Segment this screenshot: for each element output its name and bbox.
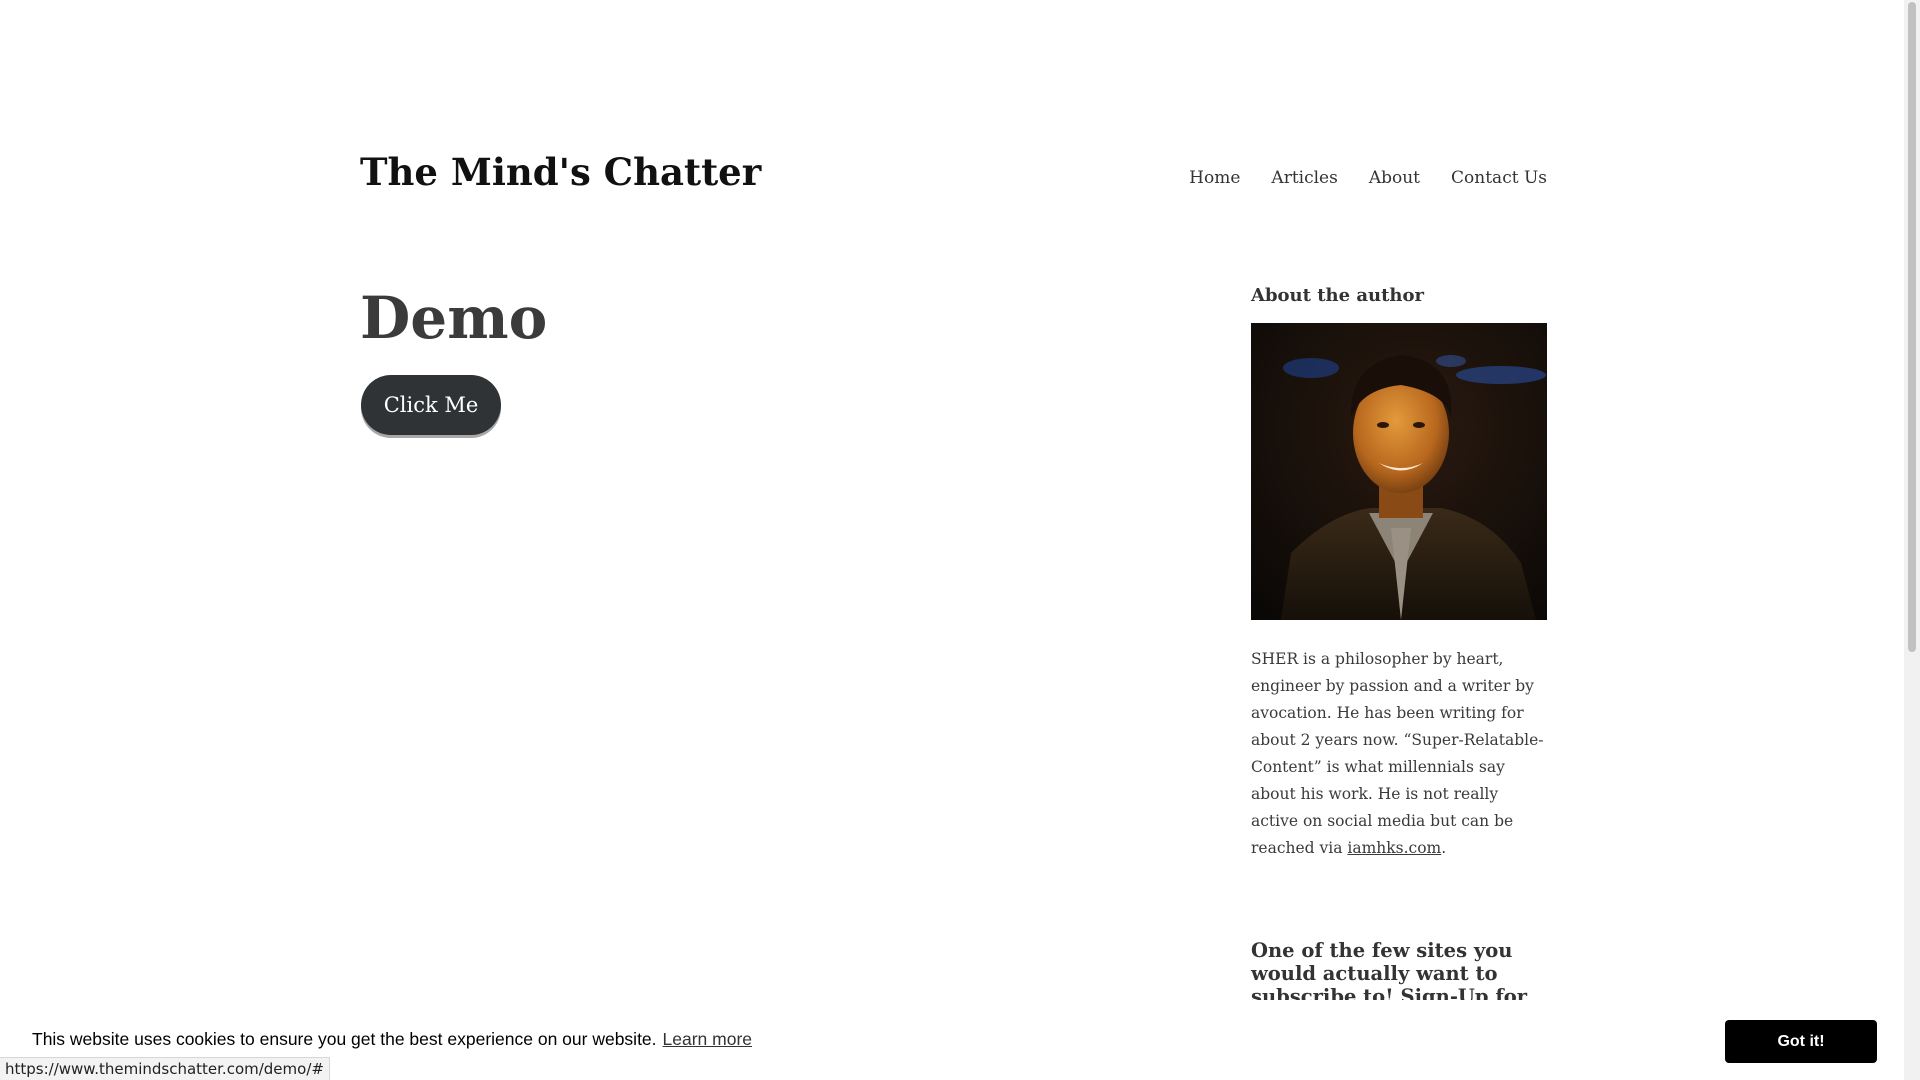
main-nav: Home Articles About Contact Us (1189, 166, 1547, 190)
nav-item-contact-us[interactable]: Contact Us (1451, 166, 1547, 190)
vertical-scrollbar[interactable] (1904, 0, 1920, 1080)
status-bar-url: https://www.themindschatter.com/demo/# (0, 1057, 330, 1080)
nav-item-articles[interactable]: Articles (1271, 166, 1337, 190)
got-it-button[interactable]: Got it! (1725, 1020, 1877, 1063)
sidebar: About the author SHER is a philosopher b… (1251, 283, 1547, 1031)
about-author-title: About the author (1251, 285, 1424, 306)
author-bio-end: . (1441, 839, 1447, 857)
page: The Mind's Chatter Home Articles About C… (0, 0, 1920, 1080)
nav-item-home[interactable]: Home (1189, 166, 1240, 190)
scrollbar-thumb[interactable] (1908, 2, 1916, 652)
click-me-button[interactable]: Click Me (361, 375, 501, 435)
cookie-message-text: This website uses cookies to ensure you … (32, 1029, 657, 1049)
nav-item-about[interactable]: About (1369, 166, 1420, 190)
learn-more-link[interactable]: Learn more (663, 1029, 753, 1049)
cookie-message: This website uses cookies to ensure you … (32, 1027, 752, 1051)
author-photo (1251, 323, 1547, 620)
author-bio: SHER is a philosopher by heart, engineer… (1251, 646, 1547, 862)
page-heading: Demo (360, 284, 548, 352)
author-website-link[interactable]: iamhks.com (1347, 839, 1441, 857)
site-title[interactable]: The Mind's Chatter (360, 148, 761, 196)
author-bio-text: SHER is a philosopher by heart, engineer… (1251, 650, 1544, 857)
